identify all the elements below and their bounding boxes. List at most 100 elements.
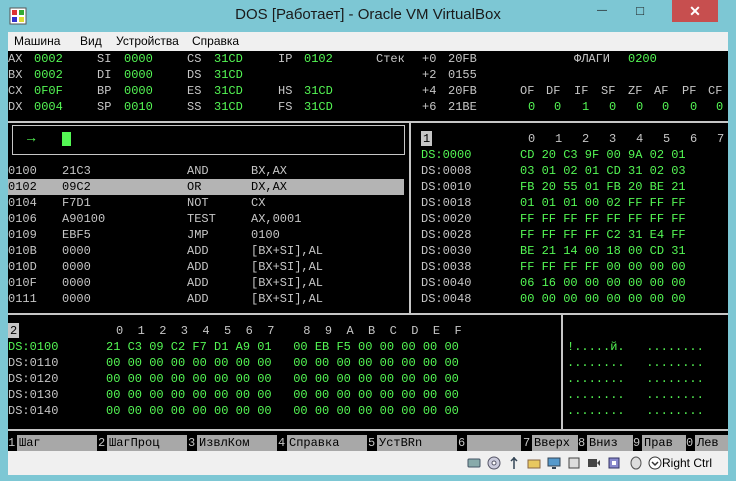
reg-ds-value: 31CD bbox=[214, 68, 243, 82]
dump2-row-bytes[interactable]: 00 00 00 00 00 00 00 00 00 00 00 00 00 0… bbox=[106, 387, 459, 403]
dump2-row-addr: DS:0140 bbox=[8, 404, 59, 418]
command-box[interactable]: → bbox=[12, 125, 405, 155]
dump1-row-addr: DS:0028 bbox=[421, 228, 472, 242]
dump2-row-ascii: ........ ........ bbox=[567, 372, 704, 386]
dump1-col-6: 6 bbox=[690, 132, 698, 146]
flag-value-af: 0 bbox=[662, 100, 670, 114]
fkey-4-label: Справка bbox=[289, 436, 340, 450]
dump1-row-bytes[interactable]: FB 20 55 01 FB 20 BE 21 bbox=[520, 179, 686, 195]
command-cursor[interactable] bbox=[62, 132, 71, 146]
shared-folders-icon[interactable] bbox=[527, 456, 541, 470]
stack-label: Стек bbox=[376, 52, 405, 66]
command-prompt-arrow: → bbox=[27, 131, 36, 147]
optical-drive-icon[interactable] bbox=[487, 456, 501, 470]
fkey-6-empty[interactable] bbox=[467, 435, 521, 451]
dump1-row-bytes[interactable]: 03 01 02 01 CD 31 02 03 bbox=[520, 163, 686, 179]
mouse-integration-icon[interactable] bbox=[629, 456, 643, 470]
menu-machine[interactable]: Машина bbox=[14, 34, 60, 48]
flag-value-cf: 0 bbox=[716, 100, 724, 114]
network-icon[interactable] bbox=[567, 456, 581, 470]
dump1-row-bytes[interactable]: FF FF FF FF 00 00 00 00 bbox=[520, 259, 686, 275]
recording-icon[interactable] bbox=[587, 456, 601, 470]
usb-icon[interactable] bbox=[507, 456, 521, 470]
dump1-col-3: 3 bbox=[609, 132, 617, 146]
reg-cs-name: CS bbox=[187, 52, 202, 66]
keyboard-icon[interactable] bbox=[648, 456, 662, 470]
disassembly-row[interactable]: 0111 0000 ADD [BX+SI],AL bbox=[8, 291, 404, 307]
disasm-bytes: 0000 bbox=[62, 260, 91, 274]
reg-ip-name: IP bbox=[278, 52, 293, 66]
reg-ds-name: DS bbox=[187, 68, 202, 82]
fkey-9-right[interactable]: Прав bbox=[642, 435, 686, 451]
fkey-7-up[interactable]: Вверх bbox=[532, 435, 578, 451]
disasm-mnemonic: OR bbox=[187, 180, 202, 194]
vm-screen[interactable]: AX 0002 BX 0002 CX 0F0F DX 0004 SI 0000 … bbox=[8, 51, 728, 451]
dump1-row-bytes[interactable]: 00 00 00 00 00 00 00 00 bbox=[520, 291, 686, 307]
dump1-row-addr: DS:0038 bbox=[421, 260, 472, 274]
fkey-3-label: ИзвлКом bbox=[199, 436, 250, 450]
disassembly-row[interactable]: 010B 0000 ADD [BX+SI],AL bbox=[8, 243, 404, 259]
dump2-row-addr: DS:0100 bbox=[8, 340, 59, 354]
dump2-pane-number[interactable]: 2 bbox=[8, 323, 19, 338]
dump1-row-bytes[interactable]: FF FF FF FF C2 31 E4 FF bbox=[520, 227, 686, 243]
reg-dx-value: 0004 bbox=[34, 100, 63, 114]
reg-ss-name: SS bbox=[187, 100, 202, 114]
dump1-row-bytes[interactable]: 06 16 00 00 00 00 00 00 bbox=[520, 275, 686, 291]
fkey-3-fetch-command[interactable]: ИзвлКом bbox=[197, 435, 277, 451]
status-bar: Right Ctrl bbox=[8, 451, 728, 475]
frame-middle-line bbox=[8, 313, 728, 315]
reg-ax-value: 0002 bbox=[34, 52, 63, 66]
stack-value-0: 20FB bbox=[448, 52, 477, 66]
fkey-4-help[interactable]: Справка bbox=[287, 435, 367, 451]
dump1-row-bytes[interactable]: FF FF FF FF FF FF FF FF bbox=[520, 211, 686, 227]
disassembly-row-selected[interactable]: 0102 09C2 OR DX,AX bbox=[8, 179, 404, 195]
title-bar[interactable]: DOS [Работает] - Oracle VM VirtualBox — … bbox=[0, 0, 736, 32]
disassembly-row[interactable]: 010D 0000 ADD [BX+SI],AL bbox=[8, 259, 404, 275]
reg-ip-value: 0102 bbox=[304, 52, 333, 66]
fkey-6-number: 6 bbox=[458, 436, 466, 450]
hard-disk-icon[interactable] bbox=[467, 456, 481, 470]
dump2-row-bytes[interactable]: 00 00 00 00 00 00 00 00 00 00 00 00 00 0… bbox=[106, 403, 459, 419]
reg-di-name: DI bbox=[97, 68, 112, 82]
disassembly-row[interactable]: 010F 0000 ADD [BX+SI],AL bbox=[8, 275, 404, 291]
reg-hs-value: 31CD bbox=[304, 84, 333, 98]
dump1-row-bytes[interactable]: 01 01 01 00 02 FF FF FF bbox=[520, 195, 686, 211]
cpu-icon[interactable] bbox=[607, 456, 621, 470]
flag-name-cf: CF bbox=[708, 84, 723, 98]
fkey-1-step[interactable]: Шаг bbox=[17, 435, 97, 451]
disassembly-row[interactable]: 0109 EBF5 JMP 0100 bbox=[8, 227, 404, 243]
frame-ascii-divider bbox=[561, 313, 563, 431]
dump2-row-bytes[interactable]: 21 C3 09 C2 F7 D1 A9 01 00 EB F5 00 00 0… bbox=[106, 339, 459, 355]
dump1-row-addr: DS:0018 bbox=[421, 196, 472, 210]
menu-help[interactable]: Справка bbox=[192, 34, 239, 48]
minimize-button[interactable]: — bbox=[588, 0, 616, 22]
dump1-row-addr: DS:0030 bbox=[421, 244, 472, 258]
menu-devices[interactable]: Устройства bbox=[116, 34, 179, 48]
dump1-row-bytes[interactable]: CD 20 C3 9F 00 9A 02 01 bbox=[520, 147, 686, 163]
dump2-row-bytes[interactable]: 00 00 00 00 00 00 00 00 00 00 00 00 00 0… bbox=[106, 355, 459, 371]
fkey-3-number: 3 bbox=[188, 436, 196, 450]
menu-view[interactable]: Вид bbox=[80, 34, 102, 48]
display-icon[interactable] bbox=[547, 456, 561, 470]
dump1-row-bytes[interactable]: BE 21 14 00 18 00 CD 31 bbox=[520, 243, 686, 259]
dump2-row-bytes[interactable]: 00 00 00 00 00 00 00 00 00 00 00 00 00 0… bbox=[106, 371, 459, 387]
disasm-mnemonic: JMP bbox=[187, 228, 209, 242]
host-key-label[interactable]: Right Ctrl bbox=[662, 456, 712, 470]
maximize-button[interactable]: □ bbox=[626, 0, 654, 22]
disassembly-row[interactable]: 0106 A90100 TEST AX,0001 bbox=[8, 211, 404, 227]
fkey-2-step-over[interactable]: ШагПроц bbox=[107, 435, 187, 451]
dump2-row-addr: DS:0130 bbox=[8, 388, 59, 402]
dump1-pane-number[interactable]: 1 bbox=[421, 131, 432, 146]
fkey-5-set-breakpoint[interactable]: УстBRn bbox=[377, 435, 457, 451]
reg-sp-name: SP bbox=[97, 100, 112, 114]
flags-label: ФЛАГИ bbox=[574, 52, 611, 66]
flag-value-zf: 0 bbox=[636, 100, 644, 114]
disasm-bytes: EBF5 bbox=[62, 228, 91, 242]
fkey-8-down[interactable]: Вниз bbox=[587, 435, 633, 451]
disasm-addr: 010B bbox=[8, 244, 37, 258]
disassembly-row[interactable]: 0104 F7D1 NOT CX bbox=[8, 195, 404, 211]
fkey-0-left[interactable]: Лев bbox=[695, 435, 728, 451]
disasm-bytes: A90100 bbox=[62, 212, 106, 226]
close-button[interactable]: ✕ bbox=[672, 0, 718, 22]
disassembly-row[interactable]: 0100 21C3 AND BX,AX bbox=[8, 163, 404, 179]
